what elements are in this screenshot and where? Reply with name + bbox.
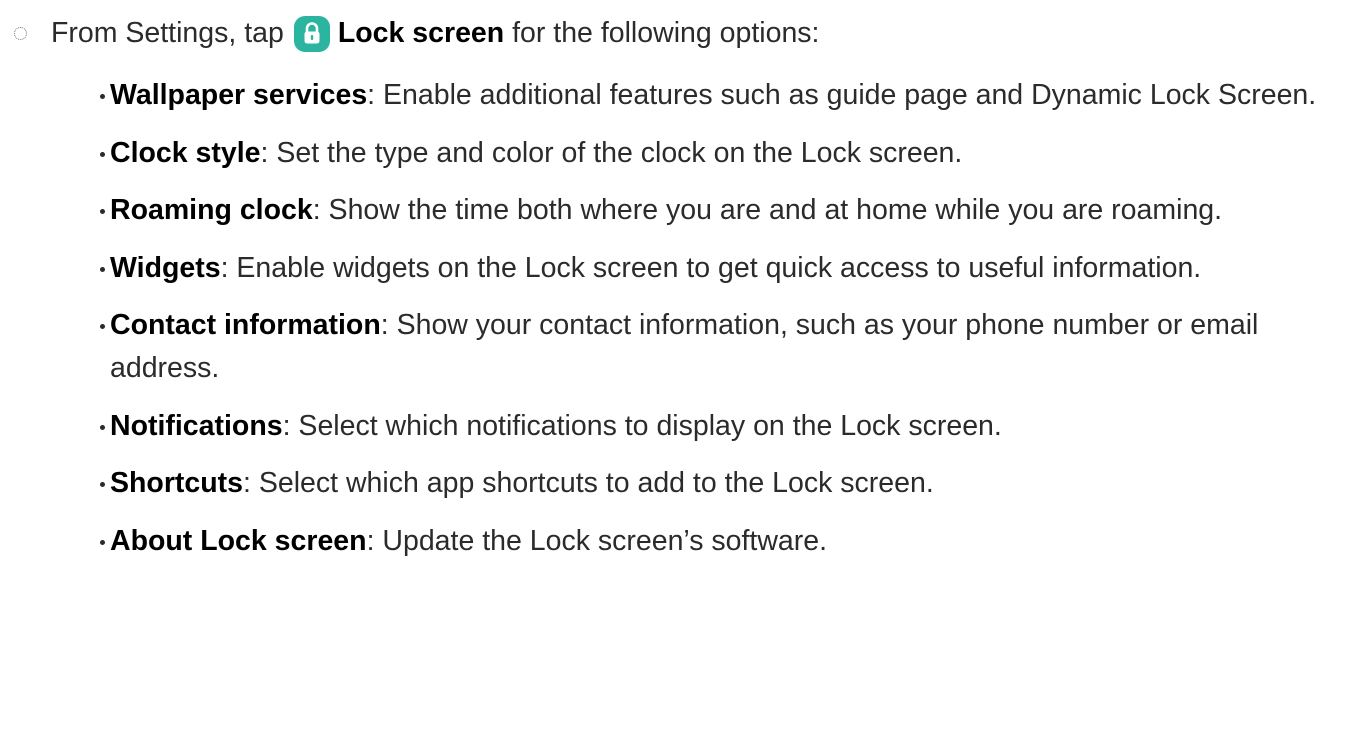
options-list: Wallpaper services: Enable additional fe… (100, 74, 1350, 577)
option-term: Notifications (110, 409, 283, 442)
bullet-dot-icon (100, 266, 105, 272)
intro-suffix: for the following options: (512, 16, 820, 49)
option-term: About Lock screen (110, 524, 367, 557)
list-item: Contact information: Show your contact i… (100, 304, 1350, 390)
list-item: Shortcuts: Select which app shortcuts to… (100, 462, 1350, 505)
intro-prefix: From Settings, tap (51, 16, 284, 49)
option-term: Shortcuts (110, 467, 244, 499)
option-description: : Update the Lock screen’s software. (366, 524, 828, 557)
bullet-dot-icon (100, 94, 105, 99)
bullet-dot-icon (100, 324, 105, 329)
lock-icon (293, 16, 330, 52)
option-description: : Set the type and color of the clock on… (260, 136, 963, 169)
option-term: Wallpaper services (110, 79, 368, 111)
list-item: Notifications: Select which notification… (100, 405, 1350, 448)
step-bullet-icon (14, 26, 27, 40)
list-item: Wallpaper services: Enable additional fe… (100, 74, 1350, 117)
lock-screen-label: Lock screen (337, 16, 505, 49)
bullet-dot-icon (100, 482, 105, 487)
option-term: Clock style (110, 136, 261, 169)
option-description: : Show the time both where you are and a… (312, 194, 1223, 226)
bullet-dot-icon (100, 539, 105, 545)
bullet-dot-icon (100, 424, 105, 430)
intro-step: From Settings, tap Lock screen for the f… (10, 8, 1350, 58)
option-description: : Select which notifications to display … (282, 409, 1002, 442)
option-description: : Enable additional features such as gui… (367, 79, 1317, 111)
option-description: : Enable widgets on the Lock screen to g… (220, 251, 1202, 284)
list-item: Widgets: Enable widgets on the Lock scre… (100, 247, 1350, 290)
option-description: : Select which app shortcuts to add to t… (243, 467, 934, 499)
bullet-dot-icon (100, 209, 105, 214)
option-term: Widgets (110, 251, 221, 284)
option-term: Contact information (110, 309, 381, 341)
bullet-dot-icon (100, 151, 105, 157)
list-item: Clock style: Set the type and color of t… (100, 132, 1350, 175)
option-term: Roaming clock (110, 194, 313, 226)
list-item: About Lock screen: Update the Lock scree… (100, 520, 1350, 563)
list-item: Roaming clock: Show the time both where … (100, 189, 1350, 232)
